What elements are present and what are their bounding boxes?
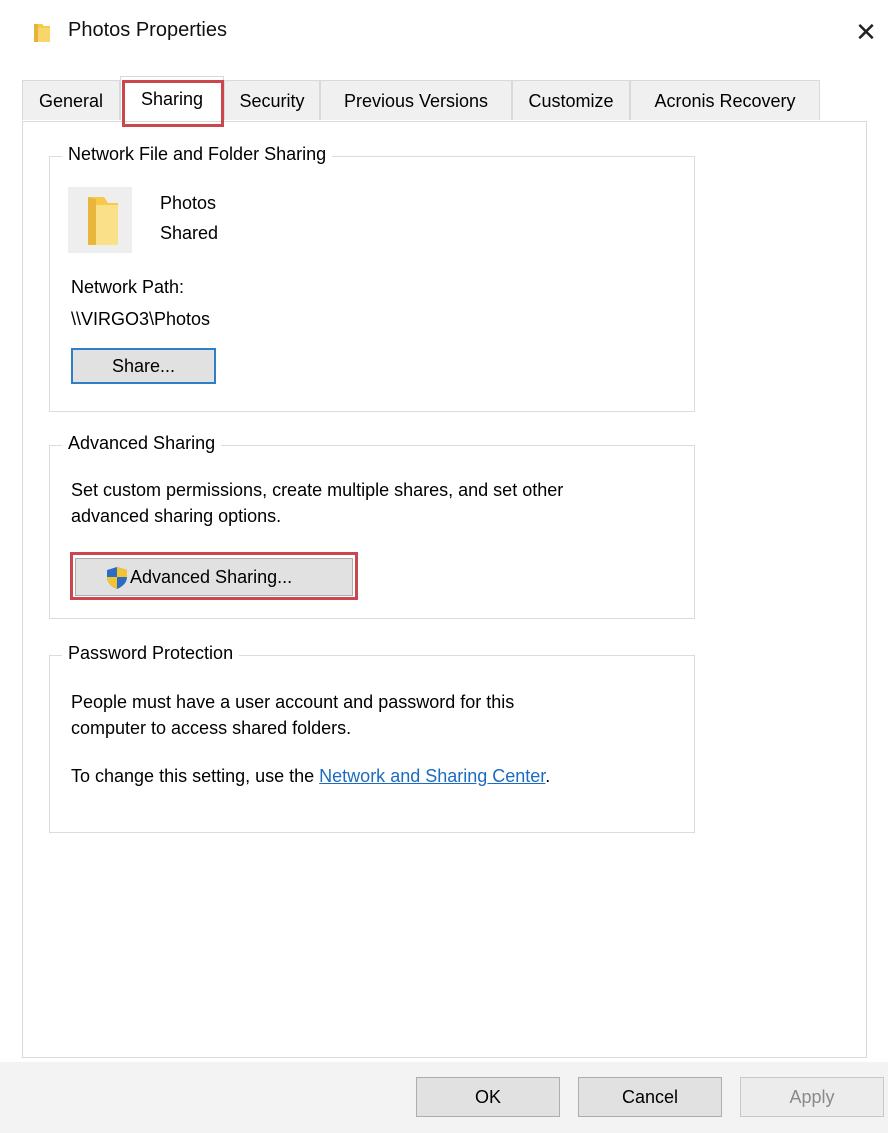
change-setting-suffix: . <box>545 766 551 786</box>
network-sharing-center-link[interactable]: Network and Sharing Center <box>319 766 545 786</box>
shield-icon <box>106 566 128 590</box>
advanced-sharing-description-line1: Set custom permissions, create multiple … <box>71 480 564 500</box>
close-icon: ✕ <box>855 17 877 47</box>
change-setting-prefix: To change this setting, use the <box>71 766 320 786</box>
title-bar: Photos Properties ✕ <box>0 0 888 64</box>
tab-customize[interactable]: Customize <box>512 80 630 120</box>
tab-general[interactable]: General <box>22 80 120 120</box>
shared-folder-tile <box>68 187 132 253</box>
sharing-panel: Network File and Folder Sharing Photos S… <box>22 121 867 1058</box>
advanced-sharing-description-line2: advanced sharing options. <box>71 506 282 526</box>
cancel-button[interactable]: Cancel <box>578 1077 722 1117</box>
ok-button[interactable]: OK <box>416 1077 560 1117</box>
network-path-label: Network Path: <box>71 277 185 297</box>
dialog-button-bar: OK Cancel Apply <box>0 1062 888 1133</box>
advanced-sharing-button-label: Advanced Sharing... <box>130 567 293 587</box>
password-protection-legend: Password Protection <box>62 643 240 664</box>
properties-window: Photos Properties ✕ General Sharing Secu… <box>0 0 888 1133</box>
advanced-sharing-button[interactable]: Advanced Sharing... <box>75 558 353 596</box>
network-path-value: \\VIRGO3\Photos <box>71 309 211 329</box>
tab-sharing[interactable]: Sharing <box>120 76 224 120</box>
password-description-line2: computer to access shared folders. <box>71 718 352 738</box>
folder-icon <box>88 197 118 245</box>
window-title: Photos Properties <box>68 19 227 41</box>
network-sharing-legend: Network File and Folder Sharing <box>62 144 333 165</box>
advanced-sharing-group: Advanced Sharing Set custom permissions,… <box>49 433 695 619</box>
folder-name: Photos <box>160 193 217 213</box>
folder-icon <box>32 22 52 44</box>
password-protection-group: Password Protection People must have a u… <box>49 643 695 833</box>
change-setting-text: To change this setting, use the Network … <box>71 766 550 787</box>
network-sharing-group: Network File and Folder Sharing Photos S… <box>49 144 695 412</box>
tab-previous-versions[interactable]: Previous Versions <box>320 80 512 120</box>
close-button[interactable]: ✕ <box>846 12 886 52</box>
password-description-line1: People must have a user account and pass… <box>71 692 515 712</box>
share-button[interactable]: Share... <box>71 348 216 384</box>
tab-acronis-recovery[interactable]: Acronis Recovery <box>630 80 820 120</box>
advanced-sharing-legend: Advanced Sharing <box>62 433 222 454</box>
apply-button[interactable]: Apply <box>740 1077 884 1117</box>
folder-share-status: Shared <box>160 223 219 243</box>
tab-strip: General Sharing Security Previous Versio… <box>22 76 822 122</box>
tab-security[interactable]: Security <box>224 80 320 120</box>
